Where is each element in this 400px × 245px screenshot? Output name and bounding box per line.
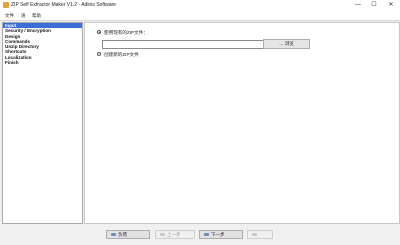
new-zip-label: 创建新的ZIP文件 <box>104 51 139 57</box>
cancel-button[interactable] <box>247 230 273 239</box>
load-label: 负荷 <box>118 232 127 237</box>
menu-bar: 文件 语 帮助 <box>0 11 400 21</box>
browse-label: 浏览 <box>284 41 294 46</box>
zip-path-field[interactable] <box>102 40 266 49</box>
next-label: 下一步 <box>211 232 225 237</box>
existing-zip-radio[interactable] <box>97 30 101 34</box>
folder-icon: … <box>279 41 284 46</box>
steps-sidebar: Input Security / Encryption Design Comma… <box>2 22 83 224</box>
app-icon <box>3 2 9 8</box>
back-arrow-icon <box>160 233 165 237</box>
navigation-bar: 负荷 上一步 下一步 <box>0 224 400 245</box>
maximize-button[interactable]: ☐ <box>368 0 380 11</box>
minimize-button[interactable]: — <box>352 0 364 11</box>
cancel-icon <box>252 233 257 237</box>
input-panel: 使用现有的ZIP文件： … 浏览 创建新的ZIP文件 <box>84 22 400 224</box>
window-title: ZIP Self Extractor Maker V1.2 - Adinis S… <box>11 2 116 8</box>
load-button[interactable]: 负荷 <box>106 230 150 239</box>
next-arrow-icon <box>204 233 209 237</box>
new-zip-radio[interactable] <box>97 52 101 56</box>
back-button[interactable]: 上一步 <box>155 230 195 239</box>
menu-file[interactable]: 文件 <box>5 13 14 19</box>
sidebar-item-finish[interactable]: Finish <box>3 60 82 65</box>
close-button[interactable]: ✕ <box>385 0 397 11</box>
menu-help[interactable]: 帮助 <box>32 13 41 19</box>
back-label: 上一步 <box>167 232 181 237</box>
browse-button[interactable]: … 浏览 <box>263 39 310 49</box>
menu-language[interactable]: 语 <box>21 13 26 19</box>
next-button[interactable]: 下一步 <box>199 230 243 239</box>
existing-zip-label: 使用现有的ZIP文件： <box>104 29 148 35</box>
load-icon <box>111 233 116 237</box>
